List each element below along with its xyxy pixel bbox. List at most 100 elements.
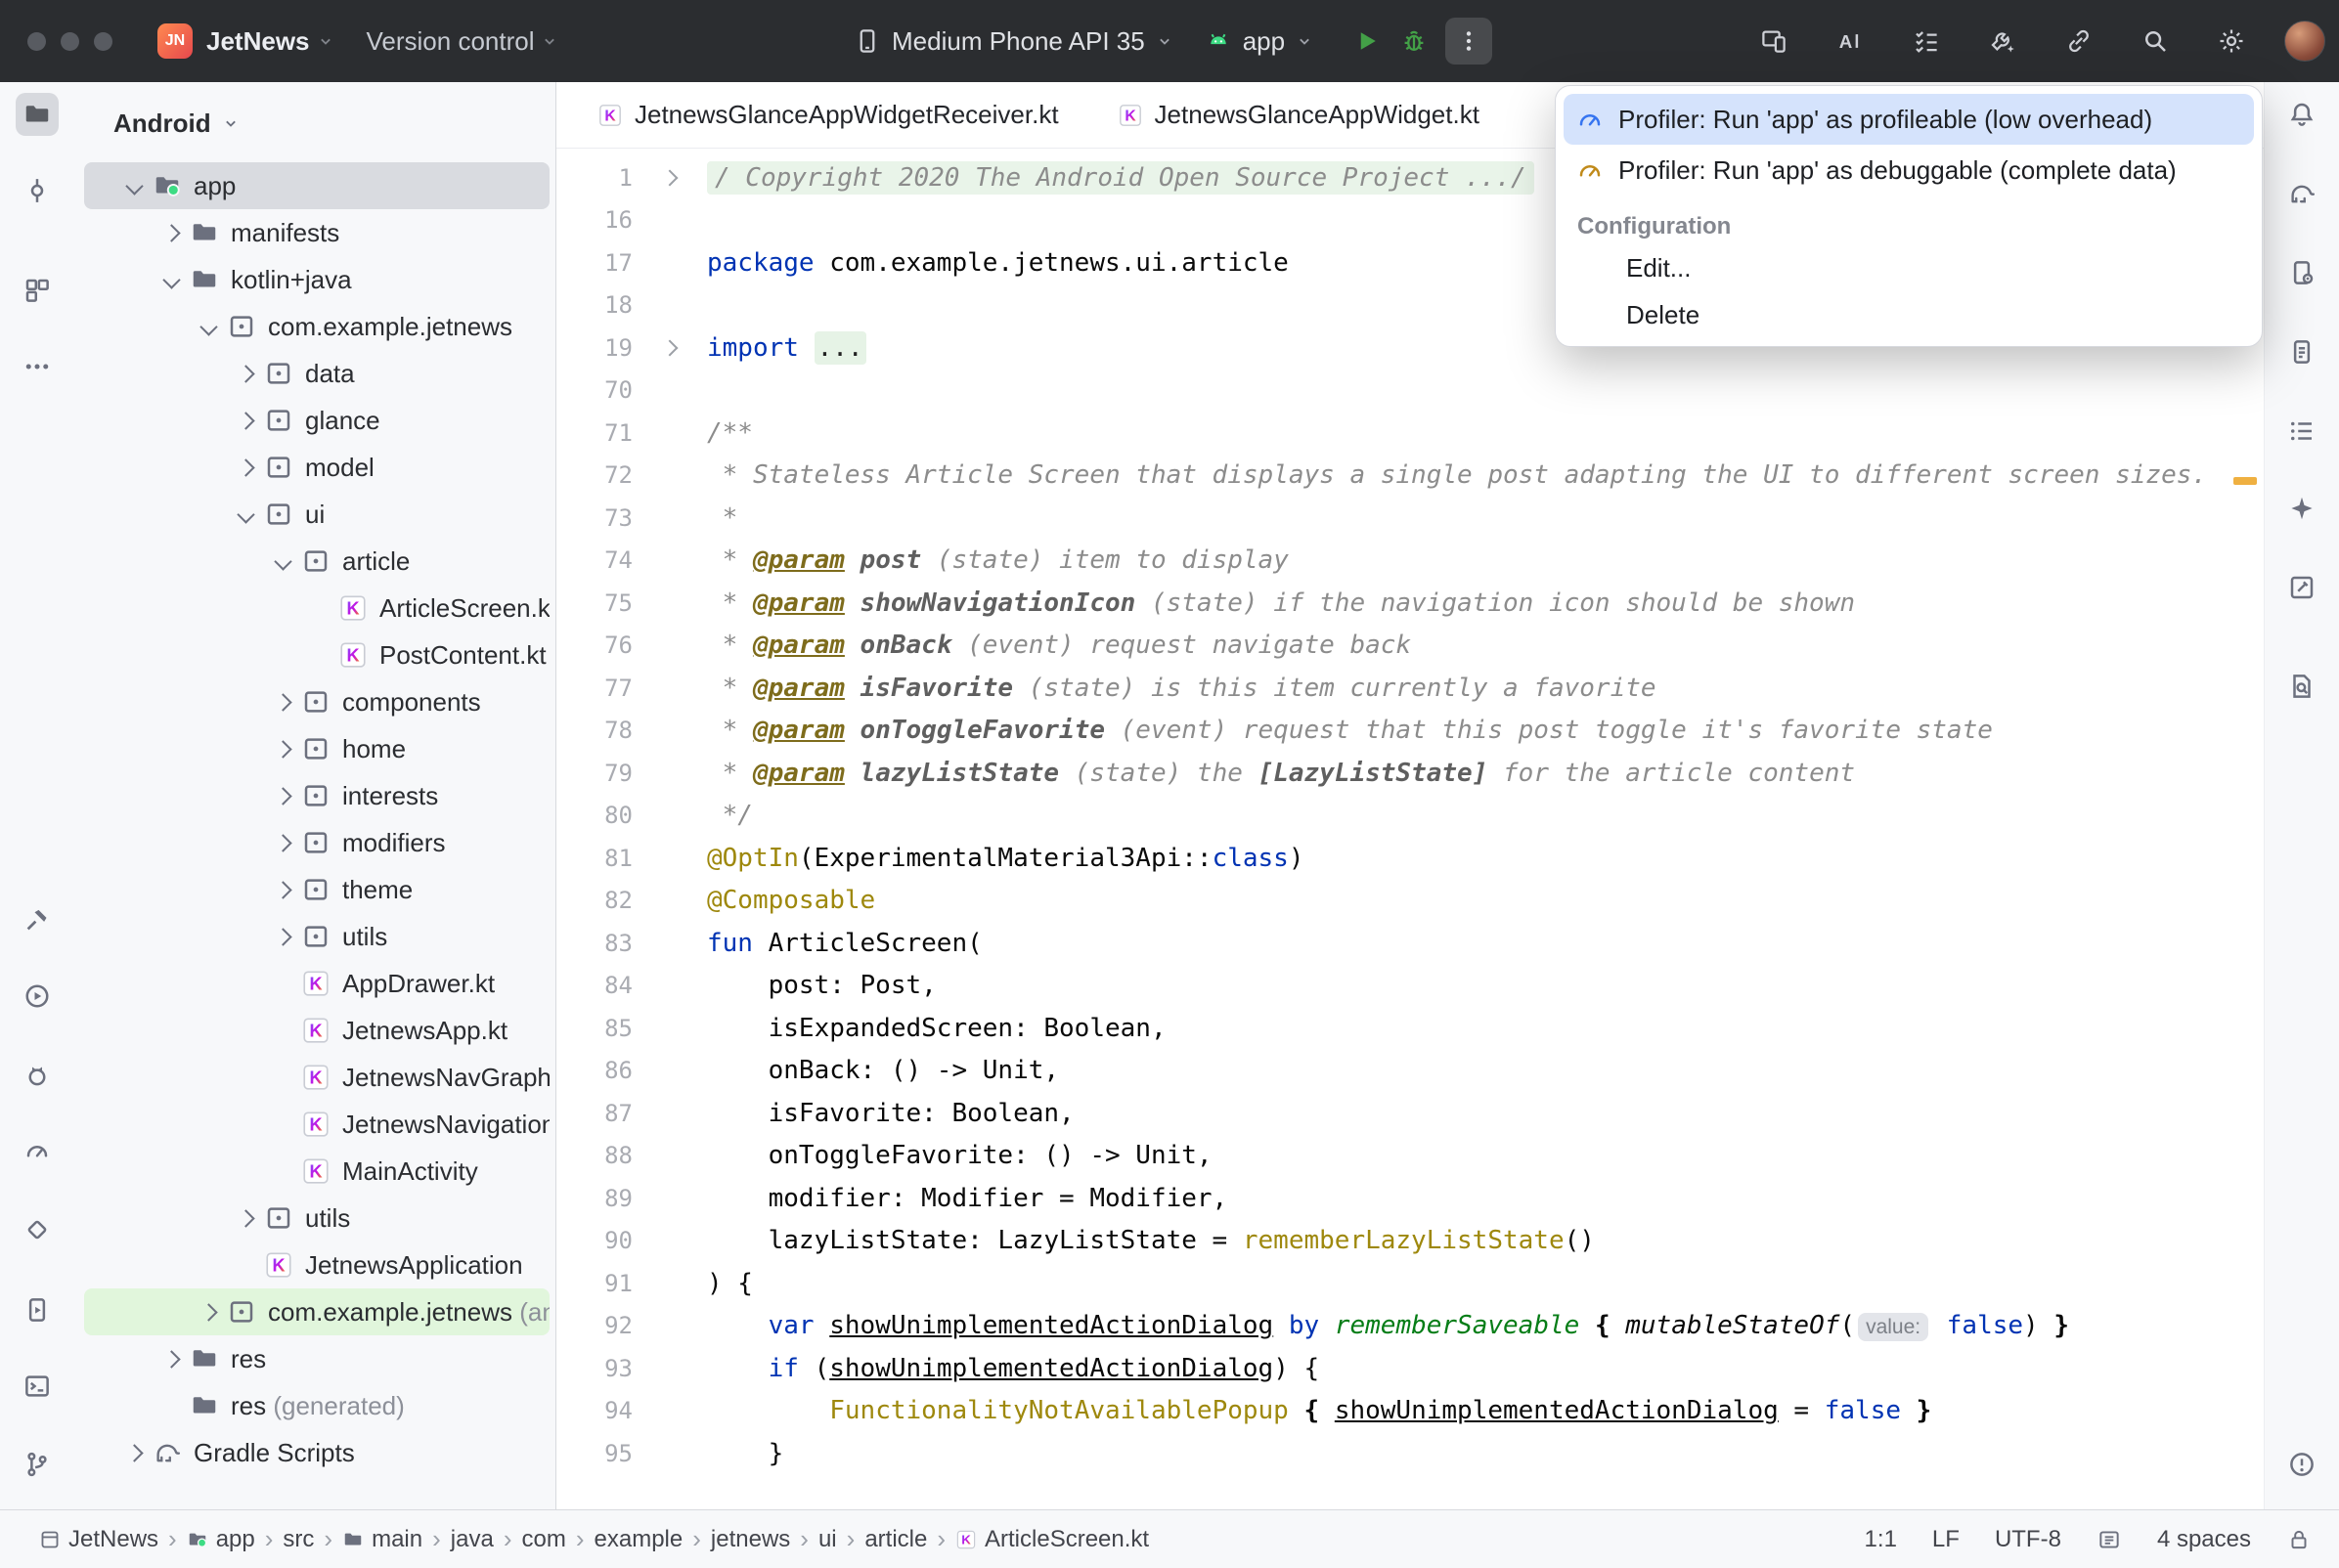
tree-chevron-icon[interactable]	[264, 696, 301, 709]
more-run-options-button[interactable]	[1445, 18, 1492, 65]
tree-row[interactable]: utils	[84, 913, 550, 960]
tree-row[interactable]: model	[84, 444, 550, 491]
tree-row[interactable]: kotlin+java	[84, 256, 550, 303]
tree-chevron-icon[interactable]	[115, 1447, 153, 1459]
tree-row[interactable]: home	[84, 725, 550, 772]
tree-row[interactable]: KJetnewsApp.kt	[84, 1007, 550, 1054]
tree-chevron-icon[interactable]	[227, 1212, 264, 1225]
minimize-button[interactable]	[61, 32, 79, 51]
structure-tool-button[interactable]	[16, 269, 59, 312]
checklist-button[interactable]	[1903, 18, 1950, 65]
menu-action[interactable]: Delete	[1564, 291, 2254, 338]
tree-chevron-icon[interactable]	[264, 884, 301, 896]
tree-chevron-icon[interactable]	[264, 931, 301, 943]
code-line[interactable]: 78 * @param onToggleFavorite (event) req…	[556, 710, 2265, 753]
code-editor[interactable]: 1/ Copyright 2020 The Android Open Sourc…	[556, 149, 2265, 1475]
notifications-tool-button[interactable]	[2280, 93, 2323, 136]
tree-chevron-icon[interactable]	[115, 180, 153, 193]
fold-chevron-icon[interactable]	[633, 172, 707, 184]
line-ending[interactable]: LF	[1932, 1526, 1960, 1553]
tree-chevron-icon[interactable]	[190, 321, 227, 333]
tree-chevron-icon[interactable]	[153, 227, 190, 240]
tree-row[interactable]: app	[84, 162, 550, 209]
device-manager-tool-button[interactable]	[2280, 251, 2323, 294]
run-menu-item[interactable]: Profiler: Run 'app' as debuggable (compl…	[1564, 145, 2254, 196]
debug-button[interactable]	[1390, 18, 1437, 65]
fold-chevron-icon[interactable]	[633, 342, 707, 354]
code-line[interactable]: 91) {	[556, 1262, 2265, 1305]
code-line[interactable]: 83fun ArticleScreen(	[556, 922, 2265, 965]
avatar[interactable]	[2284, 21, 2325, 62]
running-devices-tool-button[interactable]	[16, 1288, 59, 1331]
indent-config[interactable]: 4 spaces	[2157, 1526, 2251, 1553]
code-line[interactable]: 76 * @param onBack (event) request navig…	[556, 625, 2265, 668]
breadcrumb-item[interactable]: KArticleScreen.kt	[955, 1526, 1149, 1553]
code-line[interactable]: 84 post: Post,	[556, 965, 2265, 1008]
tree-chevron-icon[interactable]	[227, 508, 264, 521]
breadcrumb-item[interactable]: ui	[818, 1526, 837, 1553]
code-line[interactable]: 73 *	[556, 497, 2265, 540]
code-line[interactable]: 87 isFavorite: Boolean,	[556, 1092, 2265, 1135]
tree-row[interactable]: KMainActivity	[84, 1148, 550, 1195]
find-in-files-tool-button[interactable]	[2280, 665, 2323, 708]
breadcrumb-item[interactable]: jetnews	[711, 1526, 790, 1553]
code-assist-button[interactable]: A	[1827, 18, 1874, 65]
version-control-tool-button[interactable]	[16, 1443, 59, 1486]
breadcrumb-item[interactable]: JetNews	[39, 1526, 158, 1553]
code-line[interactable]: 95 }	[556, 1432, 2265, 1475]
project-view-selector[interactable]: Android	[74, 96, 555, 151]
reader-mode-icon[interactable]	[2096, 1527, 2122, 1552]
tree-row[interactable]: KJetnewsApplication	[84, 1241, 550, 1288]
run-configuration-dropdown[interactable]: app	[1204, 26, 1314, 57]
lock-icon[interactable]	[2286, 1527, 2312, 1552]
code-line[interactable]: 79 * @param lazyListState (state) the [L…	[556, 752, 2265, 795]
tree-row[interactable]: interests	[84, 772, 550, 819]
tree-row[interactable]: components	[84, 678, 550, 725]
code-line[interactable]: 86 onBack: () -> Unit,	[556, 1050, 2265, 1093]
breadcrumb-item[interactable]: app	[187, 1526, 255, 1553]
device-mirror-button[interactable]	[1750, 18, 1797, 65]
breadcrumb-item[interactable]: com	[522, 1526, 566, 1553]
tree-row[interactable]: utils	[84, 1195, 550, 1241]
code-line[interactable]: 74 * @param post (state) item to display	[556, 540, 2265, 583]
breadcrumb-item[interactable]: main	[342, 1526, 422, 1553]
tree-chevron-icon[interactable]	[264, 837, 301, 849]
close-button[interactable]	[27, 32, 46, 51]
breadcrumb-item[interactable]: java	[451, 1526, 494, 1553]
code-line[interactable]: 72 * Stateless Article Screen that displ…	[556, 455, 2265, 498]
link-button[interactable]	[2055, 18, 2102, 65]
vcs-menu[interactable]: Version control	[367, 26, 535, 57]
tree-chevron-icon[interactable]	[227, 368, 264, 380]
commit-tool-button[interactable]	[16, 169, 59, 212]
code-line[interactable]: 85 isExpandedScreen: Boolean,	[556, 1007, 2265, 1050]
code-line[interactable]: 71/**	[556, 412, 2265, 455]
app-quality-insights-tool-button[interactable]	[16, 1208, 59, 1251]
run-tool-button[interactable]	[16, 975, 59, 1018]
tree-row[interactable]: ui	[84, 491, 550, 538]
project-tool-button[interactable]	[16, 93, 59, 136]
code-line[interactable]: 89 modifier: Modifier = Modifier,	[556, 1177, 2265, 1220]
device-explorer-tool-button[interactable]	[2280, 330, 2323, 373]
layout-inspector-tool-button[interactable]	[2280, 566, 2323, 609]
search-button[interactable]	[2132, 18, 2179, 65]
tree-row[interactable]: KJetnewsNavigation	[84, 1101, 550, 1148]
gradle-tool-button[interactable]	[2280, 172, 2323, 215]
tree-row[interactable]: com.example.jetnews (an	[84, 1288, 550, 1335]
tree-row[interactable]: modifiers	[84, 819, 550, 866]
breadcrumb-item[interactable]: src	[283, 1526, 314, 1553]
editor-tab[interactable]: KJetnewsGlanceAppWidget.kt	[1088, 82, 1509, 148]
zoom-button[interactable]	[94, 32, 112, 51]
editor-tab[interactable]: KJetnewsGlanceAppWidgetReceiver.kt	[568, 82, 1088, 148]
project-name-menu[interactable]: JetNews	[206, 26, 310, 57]
tree-row[interactable]: KPostContent.kt	[84, 632, 550, 678]
tree-chevron-icon[interactable]	[227, 414, 264, 427]
code-line[interactable]: 92 var showUnimplementedActionDialog by …	[556, 1305, 2265, 1348]
build-tools-button[interactable]	[1979, 18, 2026, 65]
code-line[interactable]: 75 * @param showNavigationIcon (state) i…	[556, 582, 2265, 625]
code-line[interactable]: 90 lazyListState: LazyListState = rememb…	[556, 1220, 2265, 1263]
code-line[interactable]: 88 onToggleFavorite: () -> Unit,	[556, 1135, 2265, 1178]
tree-chevron-icon[interactable]	[190, 1306, 227, 1319]
tree-row[interactable]: theme	[84, 866, 550, 913]
run-button[interactable]	[1344, 18, 1390, 65]
menu-action[interactable]: Edit...	[1564, 244, 2254, 291]
